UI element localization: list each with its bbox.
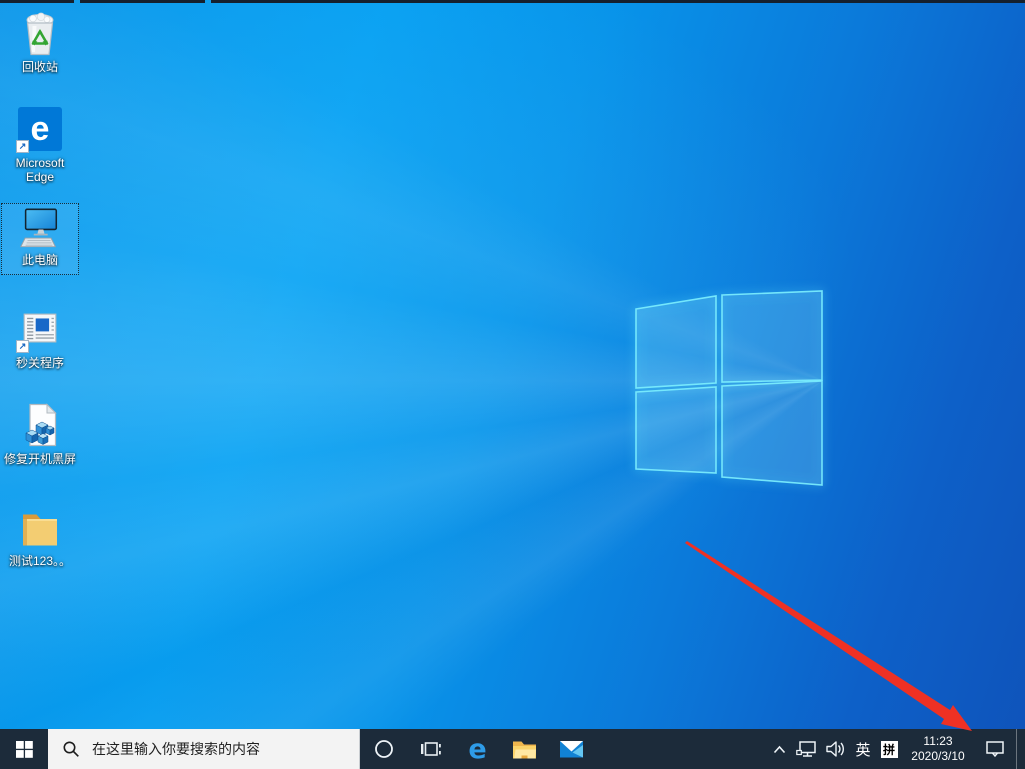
action-center-icon	[986, 741, 1004, 758]
desktop-icon-fix-boot-black-screen[interactable]: 修复开机黑屏	[1, 398, 79, 466]
edge-e-icon: e	[468, 733, 487, 765]
top-border-line	[211, 0, 1025, 3]
shortcut-arrow-icon: ↗	[16, 140, 29, 153]
windows-logo-wallpaper	[635, 290, 823, 486]
task-view-button[interactable]	[407, 729, 454, 769]
desktop-icon-label: 秒关程序	[15, 356, 64, 370]
tray-overflow-button[interactable]	[766, 729, 792, 769]
ime-pinyin-icon: 拼	[880, 740, 898, 758]
desktop-icon-recycle-bin[interactable]: 回收站	[1, 6, 79, 74]
ime-language-indicator[interactable]: 英	[850, 729, 876, 769]
top-border-line	[0, 0, 74, 3]
ethernet-network-icon	[795, 741, 816, 757]
clock-date: 2020/3/10	[911, 749, 965, 763]
this-pc-icon	[15, 205, 65, 251]
system-tray: 英 拼 11:23 2020/3/10	[766, 729, 1025, 769]
mail-button[interactable]	[548, 729, 595, 769]
desktop-wallpaper	[0, 0, 1025, 769]
desktop-icon-microsoft-edge[interactable]: e ↗ Microsoft Edge	[1, 102, 79, 184]
file-explorer-button[interactable]	[501, 729, 548, 769]
edge-icon: e ↗	[15, 104, 65, 154]
clock-time: 11:23	[923, 734, 953, 748]
start-button[interactable]	[0, 729, 48, 769]
desktop-icon-miaoguan-program[interactable]: ↗ 秒关程序	[1, 302, 79, 370]
task-view-icon	[421, 742, 441, 756]
recycle-bin-icon	[15, 8, 65, 58]
top-border-line	[80, 0, 205, 3]
desktop-icon-label: 回收站	[21, 60, 58, 74]
windows-logo-icon	[15, 740, 33, 758]
chevron-up-icon	[773, 745, 785, 753]
mail-envelope-icon	[560, 741, 583, 758]
taskbar-search[interactable]	[48, 729, 360, 769]
edge-taskbar-button[interactable]: e	[454, 729, 501, 769]
cortana-circle-icon	[374, 740, 393, 758]
search-input[interactable]	[90, 740, 359, 758]
desktop-icon-label: 此电脑	[21, 253, 58, 267]
taskbar: e	[0, 729, 1025, 769]
volume-tray-button[interactable]	[821, 729, 850, 769]
ime-mode-indicator[interactable]: 拼	[876, 729, 902, 769]
taskbar-empty-area	[595, 729, 766, 769]
folder-icon	[15, 502, 65, 552]
desktop-icon-label: 测试123。。	[8, 554, 72, 568]
show-desktop-button[interactable]	[1016, 729, 1025, 769]
program-window-icon: ↗	[15, 304, 65, 354]
desktop-icon-test-folder[interactable]: 测试123。。	[1, 500, 79, 568]
network-tray-button[interactable]	[792, 729, 821, 769]
cortana-button[interactable]	[360, 729, 407, 769]
registry-file-icon	[15, 400, 65, 450]
desktop-icon-this-pc[interactable]: 此电脑	[1, 203, 79, 275]
file-explorer-icon	[513, 741, 536, 759]
search-icon	[63, 741, 79, 757]
ime-language-text: 英	[855, 741, 871, 759]
clock[interactable]: 11:23 2020/3/10	[902, 729, 974, 769]
speaker-volume-icon	[826, 741, 844, 757]
action-center-button[interactable]	[974, 729, 1016, 769]
shortcut-arrow-icon: ↗	[16, 340, 29, 353]
desktop-icon-label: 修复开机黑屏	[3, 452, 76, 466]
desktop-icon-label: Microsoft Edge	[15, 156, 65, 184]
